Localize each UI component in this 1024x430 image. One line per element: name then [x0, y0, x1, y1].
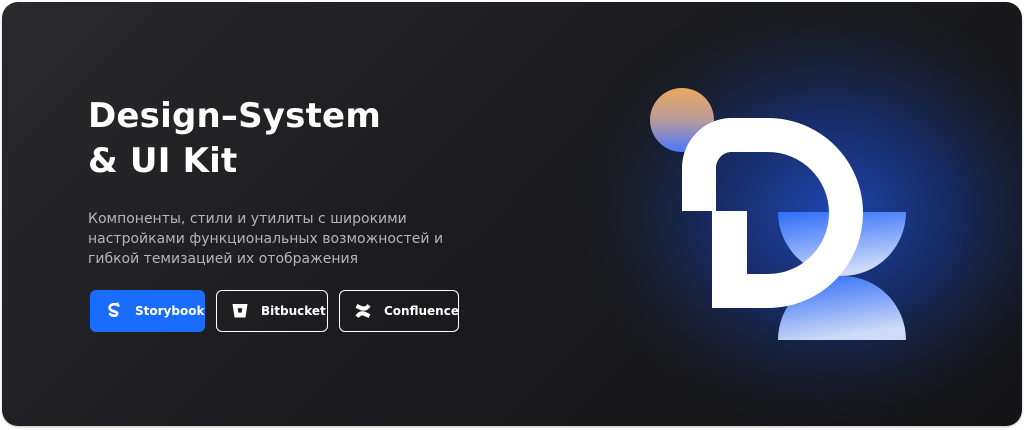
confluence-button[interactable]: Confluence: [339, 290, 459, 332]
confluence-icon: [354, 302, 372, 320]
hero-illustration: [522, 2, 1022, 426]
page-title: Design–System & UI Kit: [88, 94, 518, 184]
storybook-icon: [105, 302, 123, 320]
title-line-1: Design–System: [88, 96, 381, 136]
link-buttons: Storybook Bitbucket Confluence: [90, 290, 459, 332]
bitbucket-button-label: Bitbucket: [261, 304, 326, 318]
hero-content: Design–System & UI Kit Компоненты, стили…: [88, 94, 518, 269]
bitbucket-button[interactable]: Bitbucket: [216, 290, 328, 332]
hero-subtitle: Компоненты, стили и утилиты с широкими н…: [88, 211, 444, 267]
page-frame: Design–System & UI Kit Компоненты, стили…: [0, 0, 1024, 430]
storybook-button-label: Storybook: [135, 304, 205, 318]
confluence-button-label: Confluence: [384, 304, 459, 318]
bitbucket-icon: [231, 302, 249, 320]
hero-banner: Design–System & UI Kit Компоненты, стили…: [2, 2, 1022, 426]
design-system-logo-icon: [522, 2, 1022, 426]
storybook-button[interactable]: Storybook: [90, 290, 205, 332]
title-line-2: & UI Kit: [88, 141, 238, 181]
